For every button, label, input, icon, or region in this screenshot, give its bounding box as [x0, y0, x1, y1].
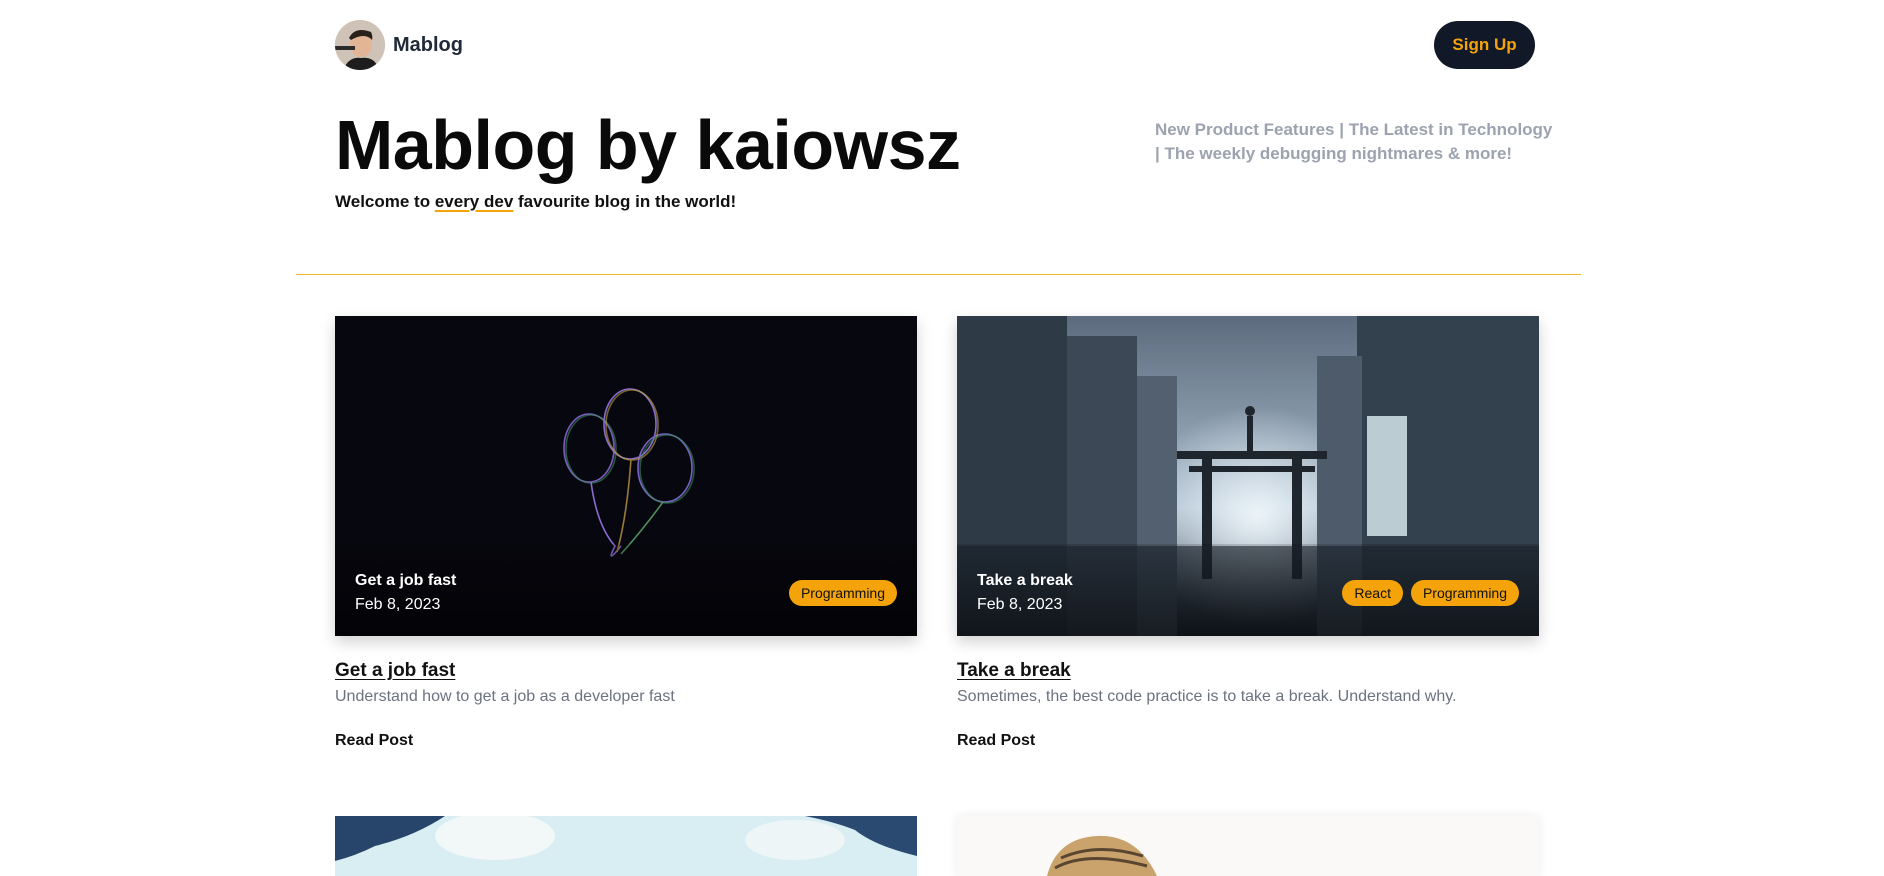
post-card: Get a job fast Feb 8, 2023 Programming G…	[335, 316, 917, 750]
post-description: Understand how to get a job as a develop…	[335, 688, 675, 705]
hero-subtitle: Welcome to every dev favourite blog in t…	[335, 192, 736, 212]
avatar	[335, 20, 385, 70]
brand-link[interactable]: Mablog	[335, 20, 463, 70]
thumbnail-title: Take a break	[977, 572, 1073, 589]
read-post-link[interactable]: Read Post	[335, 732, 917, 750]
post-date: Feb 8, 2023	[355, 596, 441, 613]
top-nav: Mablog Sign Up	[335, 20, 1535, 70]
post-thumbnail[interactable]: Take a break Feb 8, 2023 React Programmi…	[957, 316, 1539, 636]
read-post-link[interactable]: Read Post	[957, 732, 1539, 750]
tag-react[interactable]: React	[1342, 580, 1403, 606]
tag-programming[interactable]: Programming	[788, 580, 897, 606]
header-divider	[296, 274, 1581, 275]
hero-tagline: New Product Features | The Latest in Tec…	[1155, 120, 1553, 163]
post-title-link[interactable]: Get a job fast	[335, 660, 917, 682]
post-thumbnail[interactable]: Get a job fast Feb 8, 2023 Programming	[335, 316, 917, 636]
tag-list: React Programming	[1342, 580, 1519, 606]
post-title-link[interactable]: Take a break	[957, 660, 1539, 682]
tag-programming[interactable]: Programming	[1410, 580, 1519, 606]
post-thumbnail-partial[interactable]	[335, 816, 917, 876]
brand-name: Mablog	[393, 33, 463, 56]
illustration-image	[957, 816, 1539, 876]
sign-up-button[interactable]: Sign Up	[1434, 21, 1535, 69]
thumbnail-title: Get a job fast	[355, 572, 457, 589]
post-description: Sometimes, the best code practice is to …	[957, 688, 1457, 705]
subtitle-post: favourite blog in the world!	[513, 192, 737, 211]
post-date: Feb 8, 2023	[977, 596, 1063, 613]
page-title: Mablog by kaiowsz	[335, 106, 961, 184]
post-card: Take a break Feb 8, 2023 React Programmi…	[957, 316, 1539, 750]
sky-image	[335, 816, 917, 876]
tag-list: Programming	[788, 580, 897, 606]
post-thumbnail-partial[interactable]	[957, 816, 1539, 876]
subtitle-pre: Welcome to	[335, 192, 435, 211]
subtitle-highlight: every dev	[434, 192, 514, 211]
